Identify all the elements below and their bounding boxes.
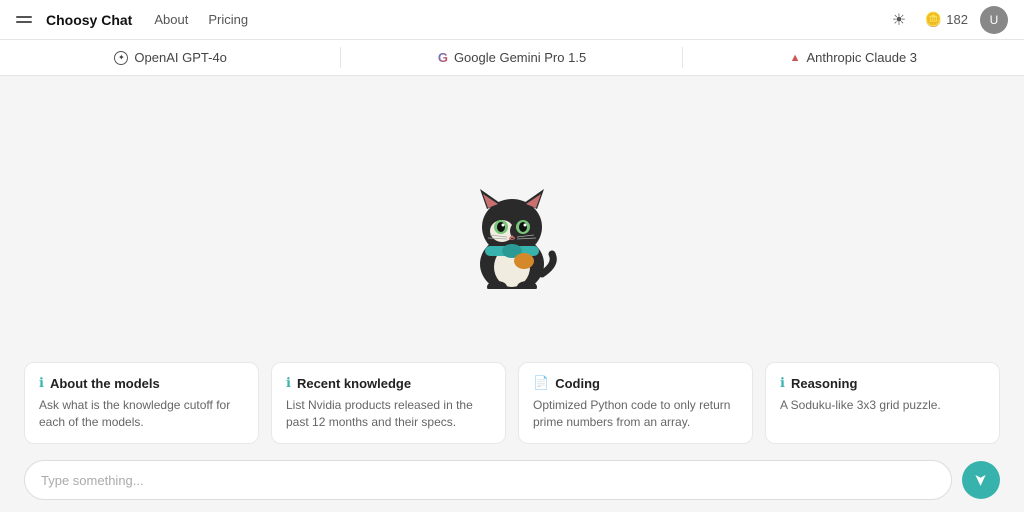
suggestion-card-about-models[interactable]: ℹ About the models Ask what is the knowl… bbox=[24, 362, 259, 444]
token-icon: 🪙 bbox=[925, 11, 942, 28]
header-left: Choosy Chat About Pricing bbox=[16, 8, 256, 31]
card-header: ℹ Reasoning bbox=[780, 375, 985, 391]
nav-links: About Pricing bbox=[146, 8, 256, 31]
model-tabs: ✦ OpenAI GPT-4o G Google Gemini Pro 1.5 … bbox=[0, 40, 1024, 76]
about-models-icon: ℹ bbox=[39, 375, 44, 391]
theme-toggle-button[interactable]: ☀ bbox=[885, 6, 913, 34]
model-tab-openai[interactable]: ✦ OpenAI GPT-4o bbox=[0, 40, 341, 75]
sun-icon: ☀ bbox=[892, 10, 906, 30]
input-area: ➤ bbox=[0, 452, 1024, 512]
google-label: Google Gemini Pro 1.5 bbox=[454, 50, 586, 65]
anthropic-icon: ▲ bbox=[790, 52, 801, 64]
openai-icon: ✦ bbox=[114, 51, 128, 65]
coding-title: Coding bbox=[555, 376, 600, 391]
header-right: ☀ 🪙 182 U bbox=[885, 6, 1008, 34]
coding-icon: 📄 bbox=[533, 375, 549, 391]
reasoning-icon: ℹ bbox=[780, 375, 785, 391]
avatar[interactable]: U bbox=[980, 6, 1008, 34]
openai-label: OpenAI GPT-4o bbox=[134, 50, 227, 65]
about-models-title: About the models bbox=[50, 376, 160, 391]
card-header: ℹ About the models bbox=[39, 375, 244, 391]
chat-input[interactable] bbox=[24, 460, 952, 500]
cat-mascot bbox=[452, 159, 572, 279]
suggestion-card-recent-knowledge[interactable]: ℹ Recent knowledge List Nvidia products … bbox=[271, 362, 506, 444]
send-icon: ➤ bbox=[971, 473, 991, 486]
main-content: ℹ About the models Ask what is the knowl… bbox=[0, 76, 1024, 512]
suggestion-card-reasoning[interactable]: ℹ Reasoning A Soduku-like 3x3 grid puzzl… bbox=[765, 362, 1000, 444]
card-header: 📄 Coding bbox=[533, 375, 738, 391]
recent-knowledge-desc: List Nvidia products released in the pas… bbox=[286, 397, 491, 431]
model-tab-google[interactable]: G Google Gemini Pro 1.5 bbox=[341, 40, 682, 75]
app-title: Choosy Chat bbox=[46, 12, 132, 28]
suggestion-card-coding[interactable]: 📄 Coding Optimized Python code to only r… bbox=[518, 362, 753, 444]
sidebar-toggle-button[interactable] bbox=[16, 10, 36, 30]
recent-knowledge-title: Recent knowledge bbox=[297, 376, 411, 391]
reasoning-title: Reasoning bbox=[791, 376, 857, 391]
suggestions-area: ℹ About the models Ask what is the knowl… bbox=[0, 362, 1024, 452]
cat-svg bbox=[452, 159, 572, 289]
card-header: ℹ Recent knowledge bbox=[286, 375, 491, 391]
recent-knowledge-icon: ℹ bbox=[286, 375, 291, 391]
nav-about[interactable]: About bbox=[146, 8, 196, 31]
coding-desc: Optimized Python code to only return pri… bbox=[533, 397, 738, 431]
avatar-initial: U bbox=[990, 13, 999, 27]
send-button[interactable]: ➤ bbox=[962, 461, 1000, 499]
about-models-desc: Ask what is the knowledge cutoff for eac… bbox=[39, 397, 244, 431]
reasoning-desc: A Soduku-like 3x3 grid puzzle. bbox=[780, 397, 985, 414]
anthropic-label: Anthropic Claude 3 bbox=[806, 50, 917, 65]
token-display: 🪙 182 bbox=[925, 11, 968, 28]
app-header: Choosy Chat About Pricing ☀ 🪙 182 U bbox=[0, 0, 1024, 40]
google-icon: G bbox=[438, 50, 448, 65]
model-tab-anthropic[interactable]: ▲ Anthropic Claude 3 bbox=[683, 40, 1024, 75]
mascot-area bbox=[452, 76, 572, 362]
token-count: 182 bbox=[946, 12, 968, 27]
nav-pricing[interactable]: Pricing bbox=[200, 8, 256, 31]
